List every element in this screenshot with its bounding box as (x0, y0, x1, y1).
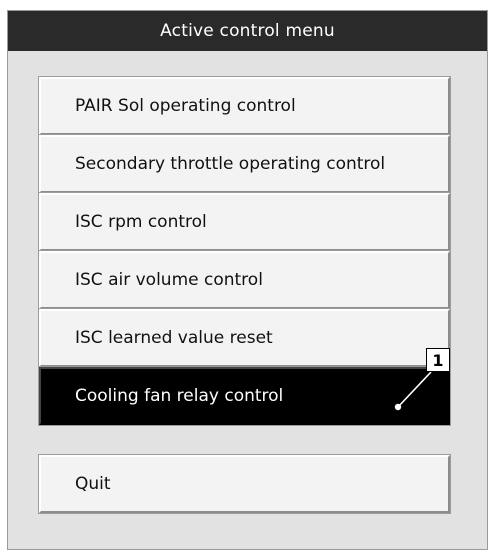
menu-item-isc-rpm[interactable]: ISC rpm control (39, 193, 450, 251)
menu-item-label: Cooling fan relay control (75, 386, 284, 406)
menu-item-isc-learned-reset[interactable]: ISC learned value reset (39, 309, 450, 367)
menu-item-label: ISC learned value reset (75, 328, 273, 348)
menu-item-pair-sol[interactable]: PAIR Sol operating control (39, 77, 450, 135)
menu-item-label: ISC air volume control (75, 270, 263, 290)
quit-label: Quit (75, 474, 111, 494)
menu-item-secondary-throttle[interactable]: Secondary throttle operating control (39, 135, 450, 193)
menu-item-label: Secondary throttle operating control (75, 154, 386, 174)
menu-item-label: PAIR Sol operating control (75, 96, 296, 116)
menu-item-isc-air-volume[interactable]: ISC air volume control (39, 251, 450, 309)
menu-item-label: ISC rpm control (75, 212, 207, 232)
window-title: Active control menu (8, 11, 487, 51)
menu-item-cooling-fan-relay[interactable]: Cooling fan relay control (39, 367, 450, 425)
callout-number: 1 (426, 348, 450, 372)
quit-button[interactable]: Quit (39, 455, 450, 513)
active-control-menu: PAIR Sol operating control Secondary thr… (39, 77, 450, 425)
quit-container: Quit (39, 455, 450, 513)
